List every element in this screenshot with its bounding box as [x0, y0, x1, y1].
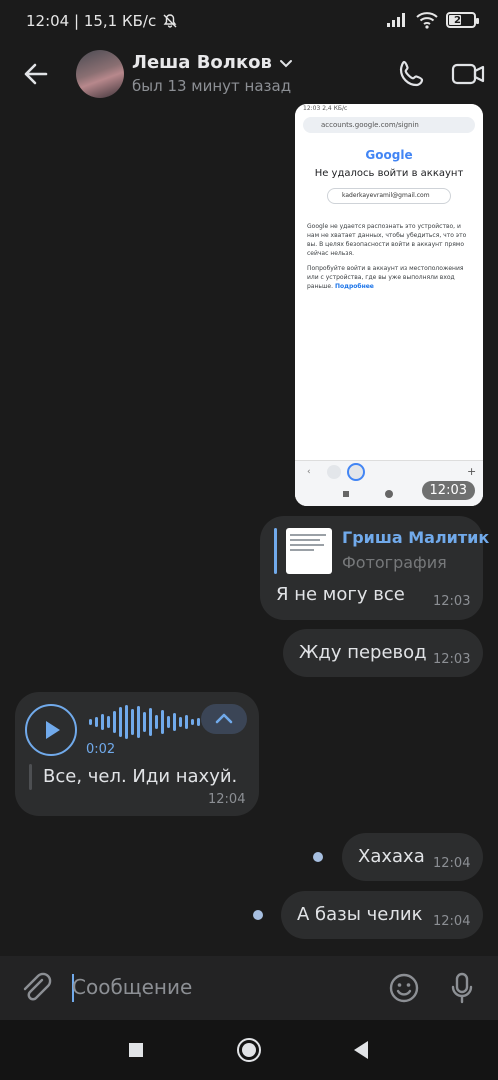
screenshot-paragraph-1: Google не удается распознать это устройс… — [307, 223, 467, 257]
unread-indicator — [253, 910, 263, 920]
message-text: Хахаха — [358, 846, 425, 867]
status-time-speed: 12:04 | 15,1 КБ/с — [26, 12, 157, 30]
screenshot-image: 12:03 2,4 КБ/с accounts.google.com/signi… — [295, 104, 483, 506]
screenshot-status: 12:03 2,4 КБ/с — [303, 105, 348, 112]
message-time: 12:03 — [433, 652, 471, 667]
screenshot-url: accounts.google.com/signin — [303, 117, 475, 133]
message-time: 12:04 — [208, 792, 246, 807]
reply-message[interactable]: Гриша Малитик Фотография Я не могу все 1… — [260, 516, 489, 620]
screenshot-account: kaderkayevramil@gmail.com — [327, 188, 451, 204]
chat-header: Леша Волков был 13 минут назад — [0, 44, 498, 104]
screenshot-brand: Google — [365, 148, 413, 162]
transcript-indicator — [29, 764, 32, 790]
arrow-back-icon[interactable] — [18, 56, 54, 92]
phone-icon[interactable] — [392, 54, 432, 94]
message-haha[interactable]: Хахаха 12:04 — [342, 833, 483, 881]
screenshot-paragraph-2: Попробуйте войти в аккаунт из местополож… — [307, 265, 464, 290]
message-time: 12:03 — [433, 594, 471, 609]
wifi-icon — [416, 12, 438, 29]
voice-duration: 0:02 — [86, 742, 116, 757]
message-text: Жду перевод — [299, 642, 427, 663]
status-right: 21 — [386, 11, 479, 29]
chat-area[interactable]: 12:03 2,4 КБ/с accounts.google.com/signi… — [0, 104, 498, 956]
last-seen: был 13 минут назад — [132, 77, 292, 95]
video-camera-icon[interactable] — [448, 54, 488, 94]
voice-message[interactable]: 0:02 Все, чел. Иди нахуй. 12:04 — [15, 692, 259, 816]
unread-indicator — [313, 852, 323, 862]
circle-icon[interactable] — [236, 1037, 262, 1063]
message-time: 12:04 — [433, 914, 471, 929]
reply-author: Гриша Малитик — [342, 528, 490, 547]
voice-waveform[interactable] — [89, 704, 206, 740]
screenshot-title: Не удалось войти в аккаунт — [314, 168, 464, 179]
mute-bell-icon — [163, 14, 177, 28]
message-bazy[interactable]: А базы челик 12:04 — [281, 891, 483, 939]
reply-thumbnail — [286, 528, 332, 574]
message-text: А базы челик — [297, 904, 423, 925]
play-button[interactable] — [25, 704, 77, 756]
avatar[interactable] — [76, 50, 124, 98]
smile-icon[interactable] — [384, 968, 424, 1008]
battery-icon: 21 — [446, 12, 479, 28]
image-message[interactable]: 12:03 2,4 КБ/с accounts.google.com/signi… — [295, 104, 483, 506]
message-text: Я не могу все — [276, 584, 405, 605]
play-icon — [46, 721, 60, 739]
chevron-up-icon — [215, 713, 233, 724]
status-left: 12:04 | 15,1 КБ/с — [26, 12, 178, 30]
signal-icon — [387, 13, 405, 27]
message-composer: Сообщение — [0, 956, 498, 1020]
system-navigation-bar — [0, 1020, 498, 1080]
transcript-toggle[interactable] — [201, 704, 247, 734]
contact-name-text: Леша Волков — [132, 52, 272, 73]
paperclip-icon[interactable] — [16, 968, 56, 1008]
reply-type: Фотография — [342, 553, 447, 572]
voice-transcript: Все, чел. Иди нахуй. — [43, 766, 238, 787]
triangle-back-icon[interactable] — [352, 1040, 370, 1060]
chevron-down-icon — [279, 59, 292, 67]
microphone-icon[interactable] — [442, 968, 482, 1008]
square-icon[interactable] — [128, 1042, 144, 1058]
screenshot-more-link: Подробнее — [334, 283, 374, 290]
message-time: 12:04 — [433, 856, 471, 871]
message-input[interactable]: Сообщение — [72, 975, 192, 999]
battery-level: 21 — [454, 14, 468, 26]
status-bar: 12:04 | 15,1 КБ/с 21 — [0, 0, 498, 44]
image-time: 12:03 — [421, 481, 475, 500]
contact-name[interactable]: Леша Волков — [132, 52, 294, 73]
message-wait[interactable]: Жду перевод 12:03 — [283, 629, 483, 677]
reply-indicator — [274, 528, 277, 574]
